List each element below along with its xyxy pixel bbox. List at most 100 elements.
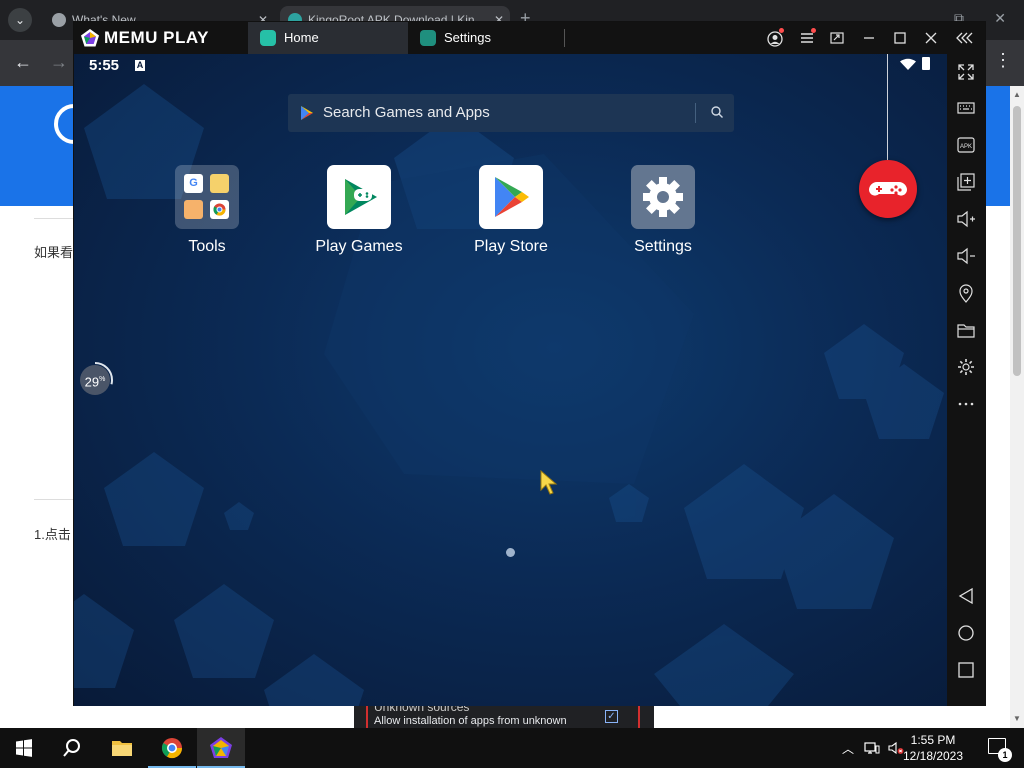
taskbar-search-icon [63,739,80,757]
start-button[interactable] [0,728,48,768]
tab-label: Settings [444,30,491,45]
tab-home[interactable]: Home [248,22,408,54]
search-input[interactable]: Search Games and Apps [323,104,490,121]
chrome-mini-icon [210,200,229,219]
memu-taskbar-button[interactable] [197,728,245,768]
memu-logo: MEMU PLAY [80,27,209,49]
network-icon[interactable] [864,740,880,756]
apk-install-icon[interactable]: APK [956,135,976,155]
chrome-close-icon[interactable]: ✕ [994,10,1006,27]
app-play-games[interactable]: Play Games [304,165,414,256]
forward-arrow-icon[interactable]: → [50,52,68,73]
memu-brand: MEMU PLAY [104,28,209,47]
settings-icon[interactable] [956,357,976,377]
maximize-icon[interactable] [885,22,915,54]
chrome-taskbar-button[interactable] [148,728,196,768]
memu-titlebar: MEMU PLAY Home Settings [74,22,985,54]
windows-taskbar: ︿ 1:55 PM 12/18/2023 1 [0,728,1024,768]
keyboard-mapping-icon[interactable] [956,98,976,118]
google-icon: G [184,174,203,193]
search-icon[interactable] [710,105,724,119]
add-instance-icon[interactable] [956,172,976,192]
fullscreen-icon[interactable] [956,62,976,82]
tab-settings[interactable]: Settings [408,22,564,54]
gamepad-button[interactable] [859,160,917,218]
mouse-cursor-icon [540,470,558,495]
scroll-down-icon[interactable]: ▼ [1013,714,1021,723]
memu-window: MEMU PLAY Home Settings 5:55 A Search Ga… [73,21,986,706]
collapse-sidebar-icon[interactable] [950,22,980,54]
tab-separator [564,29,565,47]
background-pentagons [74,84,944,706]
unknown-sources-dialog: Unknown sources Allow installation of ap… [354,700,654,728]
clock-time: 1:55 PM [910,733,956,747]
folder-icon [112,741,132,756]
tab-search-button[interactable]: ⌄ [8,8,32,32]
dialog-border [638,706,640,728]
clock[interactable]: 1:55 PM 12/18/2023 [898,732,968,764]
scrollbar-thumb[interactable] [1013,106,1021,376]
gamepad-tether [887,54,888,160]
svg-text:APK: APK [960,144,972,150]
search-button[interactable] [48,728,96,768]
search-separator [695,103,696,123]
page-indicator [506,548,515,557]
page-text: 如果看 [34,245,74,260]
minimize-icon[interactable] [854,22,884,54]
scroll-up-icon[interactable]: ▲ [1013,90,1021,99]
page-scrollbar[interactable]: ▲ ▼ [1010,86,1024,728]
home-icon[interactable] [956,623,976,643]
notification-icon: A [135,60,145,71]
close-icon[interactable] [916,22,946,54]
app-label: Settings [634,238,692,255]
show-hidden-icons-icon[interactable]: ︿ [842,740,854,757]
memu-taskbar-icon [210,737,232,758]
more-icon[interactable] [956,394,976,414]
dialog-border [366,706,368,728]
recent-apps-icon[interactable] [956,660,976,680]
volume-down-icon[interactable] [956,246,976,266]
android-status-bar: 5:55 A [74,54,947,78]
clock-date: 12/18/2023 [902,749,964,763]
tools-folder-icon: G [175,165,239,229]
battery-icon [922,57,930,70]
menu-icon[interactable] [792,22,822,54]
chrome-favicon-icon [52,13,66,27]
windows-logo-icon [16,739,32,757]
app-play-store[interactable]: Play Store [456,165,566,256]
chrome-menu-icon[interactable]: ⋮ [994,50,1012,71]
shared-folder-icon[interactable] [956,320,976,340]
location-icon[interactable] [956,283,976,303]
android-home-screen: 5:55 A Search Games and Apps G Tools Pla… [74,54,947,706]
volume-up-icon[interactable] [956,209,976,229]
search-bar[interactable]: Search Games and Apps [288,94,734,132]
back-arrow-icon[interactable]: ← [14,52,32,73]
app-settings[interactable]: Settings [608,165,718,256]
notification-badge: 1 [998,748,1012,762]
app-label: Play Games [315,238,403,255]
files-icon [184,200,203,219]
memu-sidebar: APK [947,54,985,706]
memu-logo-icon [81,29,99,47]
play-store-app-icon [479,165,543,229]
unknown-sources-checkbox[interactable]: ✓ [605,710,618,723]
app-tools[interactable]: G Tools [152,165,262,256]
file-explorer-button[interactable] [98,728,146,768]
divider [34,218,74,219]
back-icon[interactable] [956,586,976,606]
page-text: 1.点击 [34,527,71,542]
multi-instance-icon[interactable] [822,22,852,54]
dialog-subtitle: Allow installation of apps from unknown [374,715,567,727]
memory-progress-widget[interactable]: 29% [78,361,116,399]
wifi-icon [900,58,916,70]
home-app-icon [260,30,276,46]
settings-gear-app-icon [631,165,695,229]
tab-label: Home [284,30,319,45]
play-store-icon [301,106,313,120]
app-label: Tools [188,238,226,255]
account-icon[interactable] [760,22,790,54]
chrome-icon [161,738,183,759]
settings-app-icon [420,30,436,46]
notes-icon [210,174,229,193]
divider [34,499,74,500]
